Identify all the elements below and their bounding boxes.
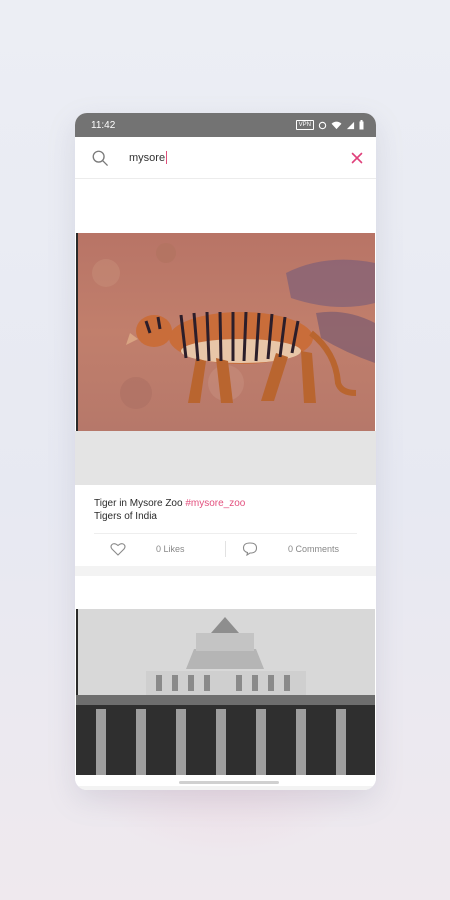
card-top-spacer — [75, 576, 376, 609]
heart-icon — [110, 543, 126, 556]
status-icons: VPN — [295, 120, 364, 130]
wifi-icon — [331, 121, 342, 129]
post-feed: Tiger in Mysore Zoo #mysore_zoo Tigers o… — [75, 179, 376, 790]
alarm-icon — [318, 121, 327, 129]
search-query-text: mysore — [129, 151, 166, 164]
hashtag-link[interactable]: #mysore_zoo — [185, 498, 245, 509]
signal-icon — [346, 121, 355, 129]
battery-icon — [359, 120, 364, 130]
post-photo-palace[interactable] — [76, 609, 375, 775]
post-card: Tiger in Mysore Zoo #mysore_zoo Tigers o… — [75, 179, 376, 566]
card-top-spacer — [75, 179, 376, 233]
home-indicator[interactable] — [179, 781, 279, 784]
text-cursor — [166, 151, 168, 164]
post-photo-tiger[interactable] — [76, 233, 375, 431]
album-name[interactable]: Tigers of India — [94, 510, 357, 523]
post-caption-box: Tiger in Mysore Zoo #mysore_zoo Tigers o… — [94, 485, 357, 564]
vpn-badge: VPN — [295, 120, 314, 130]
search-input[interactable]: mysore — [129, 151, 350, 164]
likes-count: 0 Likes — [156, 544, 185, 554]
like-button[interactable]: 0 Likes — [94, 542, 225, 556]
comment-button[interactable]: 0 Comments — [226, 542, 357, 556]
close-icon[interactable] — [350, 151, 364, 165]
search-bar: mysore — [75, 137, 376, 179]
comments-count: 0 Comments — [288, 544, 340, 554]
status-time: 11:42 — [91, 119, 116, 131]
comment-icon — [242, 542, 258, 556]
status-bar: 11:42 VPN — [75, 113, 376, 137]
post-caption: Tiger in Mysore Zoo #mysore_zoo — [94, 497, 357, 510]
caption-text: Tiger in Mysore Zoo — [94, 498, 186, 509]
post-card — [75, 576, 376, 786]
card-gray-band — [75, 431, 376, 485]
search-icon[interactable] — [91, 149, 109, 167]
post-actions: 0 Likes 0 Comments — [94, 533, 357, 564]
phone-screen: 11:42 VPN mysore Tiger in Mysore Zoo #my… — [75, 113, 376, 790]
